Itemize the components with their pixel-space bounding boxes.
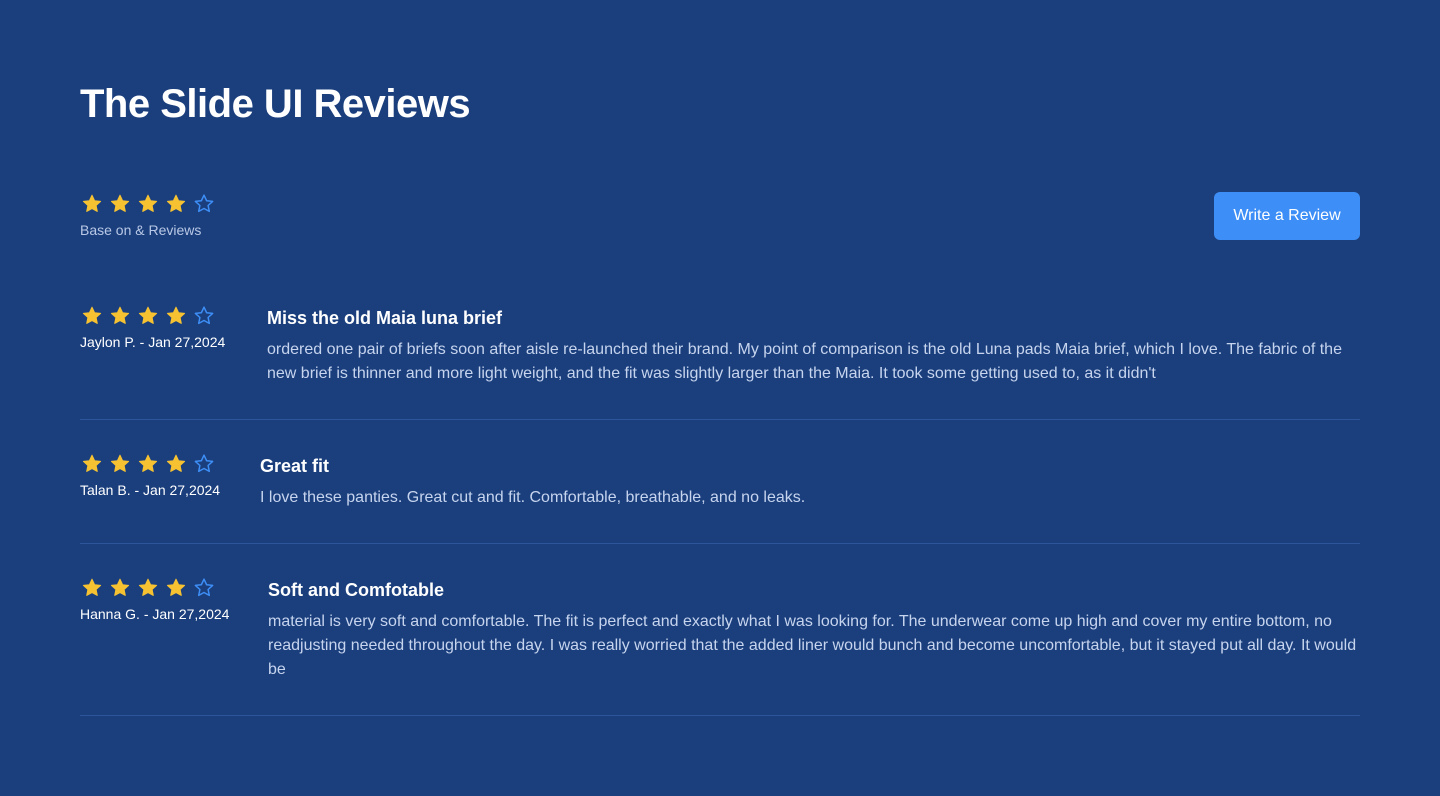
- star-filled-icon: [166, 454, 186, 472]
- star-outline-icon: [194, 306, 214, 325]
- review-body: Miss the old Maia luna brief ordered one…: [267, 306, 1360, 386]
- star-filled-icon: [110, 578, 130, 596]
- review-item: Talan B. - Jan 27,2024 Great fit I love …: [80, 420, 1360, 544]
- review-stars: [80, 304, 225, 328]
- review-meta: Hanna G. - Jan 27,2024: [80, 576, 229, 622]
- star-outline-icon: [194, 578, 214, 597]
- review-title: Soft and Comfotable: [268, 580, 444, 600]
- star-filled-icon: [82, 194, 102, 212]
- star-filled-icon: [166, 578, 186, 596]
- page-title: The Slide UI Reviews: [80, 82, 471, 126]
- star-filled-icon: [82, 306, 102, 324]
- rating-summary: Base on & Reviews: [80, 192, 216, 238]
- star-filled-icon: [110, 306, 130, 324]
- reviewer-name-date: Jaylon P. - Jan 27,2024: [80, 334, 226, 350]
- star-filled-icon: [110, 454, 130, 472]
- star-filled-icon: [166, 306, 186, 324]
- review-stars: [80, 576, 229, 600]
- summary-stars: [80, 192, 216, 216]
- review-title: Miss the old Maia luna brief: [267, 308, 503, 328]
- summary-caption: Base on & Reviews: [80, 222, 202, 238]
- star-filled-icon: [138, 306, 158, 324]
- star-filled-icon: [166, 194, 186, 212]
- review-item: Hanna G. - Jan 27,2024 Soft and Comfotab…: [80, 544, 1360, 716]
- review-item: Jaylon P. - Jan 27,2024 Miss the old Mai…: [80, 292, 1360, 420]
- review-text: I love these panties. Great cut and fit.…: [260, 489, 806, 506]
- review-stars: [80, 452, 220, 476]
- review-meta: Jaylon P. - Jan 27,2024: [80, 304, 225, 350]
- reviewer-name-date: Talan B. - Jan 27,2024: [80, 482, 221, 498]
- star-filled-icon: [82, 578, 102, 596]
- review-text: ordered one pair of briefs soon after ai…: [267, 341, 1342, 382]
- review-body: Soft and Comfotable material is very sof…: [268, 578, 1360, 682]
- write-review-button[interactable]: Write a Review: [1214, 192, 1360, 240]
- star-filled-icon: [138, 578, 158, 596]
- review-body: Great fit I love these panties. Great cu…: [260, 454, 1360, 510]
- review-meta: Talan B. - Jan 27,2024: [80, 452, 220, 498]
- star-filled-icon: [138, 194, 158, 212]
- reviewer-name-date: Hanna G. - Jan 27,2024: [80, 606, 230, 622]
- review-text: material is very soft and comfortable. T…: [268, 613, 1357, 678]
- star-filled-icon: [110, 194, 130, 212]
- star-outline-icon: [194, 454, 214, 473]
- star-filled-icon: [82, 454, 102, 472]
- star-outline-icon: [194, 194, 214, 213]
- star-filled-icon: [138, 454, 158, 472]
- review-title: Great fit: [260, 456, 330, 476]
